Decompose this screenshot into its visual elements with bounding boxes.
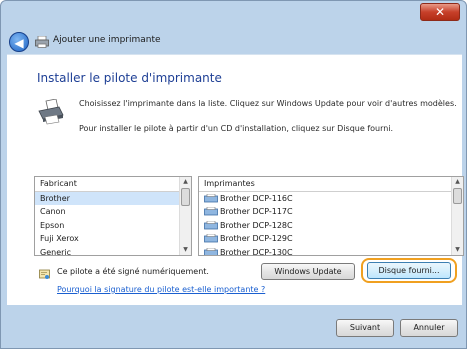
list-item[interactable]: Brother DCP-117C [199, 205, 463, 218]
instruction-text: Choisissez l'imprimante dans la liste. C… [79, 99, 457, 108]
list-item[interactable]: Brother DCP-129C [199, 232, 463, 245]
title-bar: ✕ [1, 1, 466, 29]
manufacturer-list[interactable]: Fabricant Brother Canon Epson Fuji Xerox… [34, 176, 192, 256]
list-item[interactable]: Generic [35, 246, 191, 255]
list-item[interactable]: Brother DCP-128C [199, 219, 463, 232]
printer-scrollbar[interactable]: ▲ ▼ [451, 177, 463, 255]
list-item[interactable]: Fuji Xerox [35, 232, 191, 245]
scroll-down-icon[interactable]: ▼ [452, 245, 463, 255]
list-item[interactable]: Brother DCP-116C [199, 192, 463, 205]
printer-icon [204, 220, 218, 230]
printer-icon [35, 36, 49, 48]
printer-list-header: Imprimantes [199, 177, 463, 192]
certificate-icon [39, 269, 50, 279]
scroll-down-icon[interactable]: ▼ [180, 245, 191, 255]
list-item[interactable]: Brother [35, 192, 191, 206]
list-item[interactable]: Canon [35, 205, 191, 218]
scroll-up-icon[interactable]: ▲ [452, 177, 463, 187]
printer-icon [204, 234, 218, 243]
close-button[interactable]: ✕ [420, 3, 460, 21]
page-title: Installer le pilote d'imprimante [37, 71, 222, 85]
manufacturer-scrollbar[interactable]: ▲ ▼ [179, 177, 191, 255]
wizard-footer: Suivant Annuler [7, 305, 462, 345]
manufacturer-list-header: Fabricant [35, 177, 191, 192]
printer-name: Brother DCP-116C [220, 194, 293, 203]
instruction-text-cd: Pour installer le pilote à partir d'un C… [79, 124, 394, 133]
windows-update-button[interactable]: Windows Update [261, 263, 355, 280]
signature-info-link[interactable]: Pourquoi la signature du pilote est-elle… [57, 285, 265, 294]
list-item[interactable]: Brother DCP-130C [199, 246, 463, 256]
printer-name: Brother DCP-129C [220, 234, 293, 244]
signature-status: Ce pilote a été signé numériquement. [57, 267, 209, 276]
printer-list[interactable]: Imprimantes Brother DCP-116C Brother DCP… [198, 176, 464, 256]
printer-name: Brother DCP-130C [220, 247, 293, 256]
printer-icon [204, 194, 218, 203]
cancel-button[interactable]: Annuler [400, 319, 458, 337]
printer-name: Brother DCP-128C [220, 220, 293, 230]
next-button[interactable]: Suivant [336, 319, 394, 337]
scroll-thumb[interactable] [181, 188, 190, 206]
wizard-title: Ajouter une imprimante [53, 35, 161, 45]
printer-name: Brother DCP-117C [220, 207, 293, 217]
scroll-thumb[interactable] [453, 188, 462, 204]
printer-icon [204, 247, 218, 255]
close-icon: ✕ [434, 5, 446, 19]
wizard-nav: ◀ Ajouter une imprimante [7, 31, 463, 53]
list-item[interactable]: Epson [35, 219, 191, 232]
add-printer-window: ✕ ◀ Ajouter une imprimante Installer le … [0, 0, 467, 349]
printer-icon [204, 207, 218, 216]
printer-icon [38, 99, 64, 125]
have-disk-highlight [361, 258, 457, 283]
back-arrow-icon[interactable]: ◀ [9, 32, 29, 52]
scroll-up-icon[interactable]: ▲ [180, 177, 191, 187]
